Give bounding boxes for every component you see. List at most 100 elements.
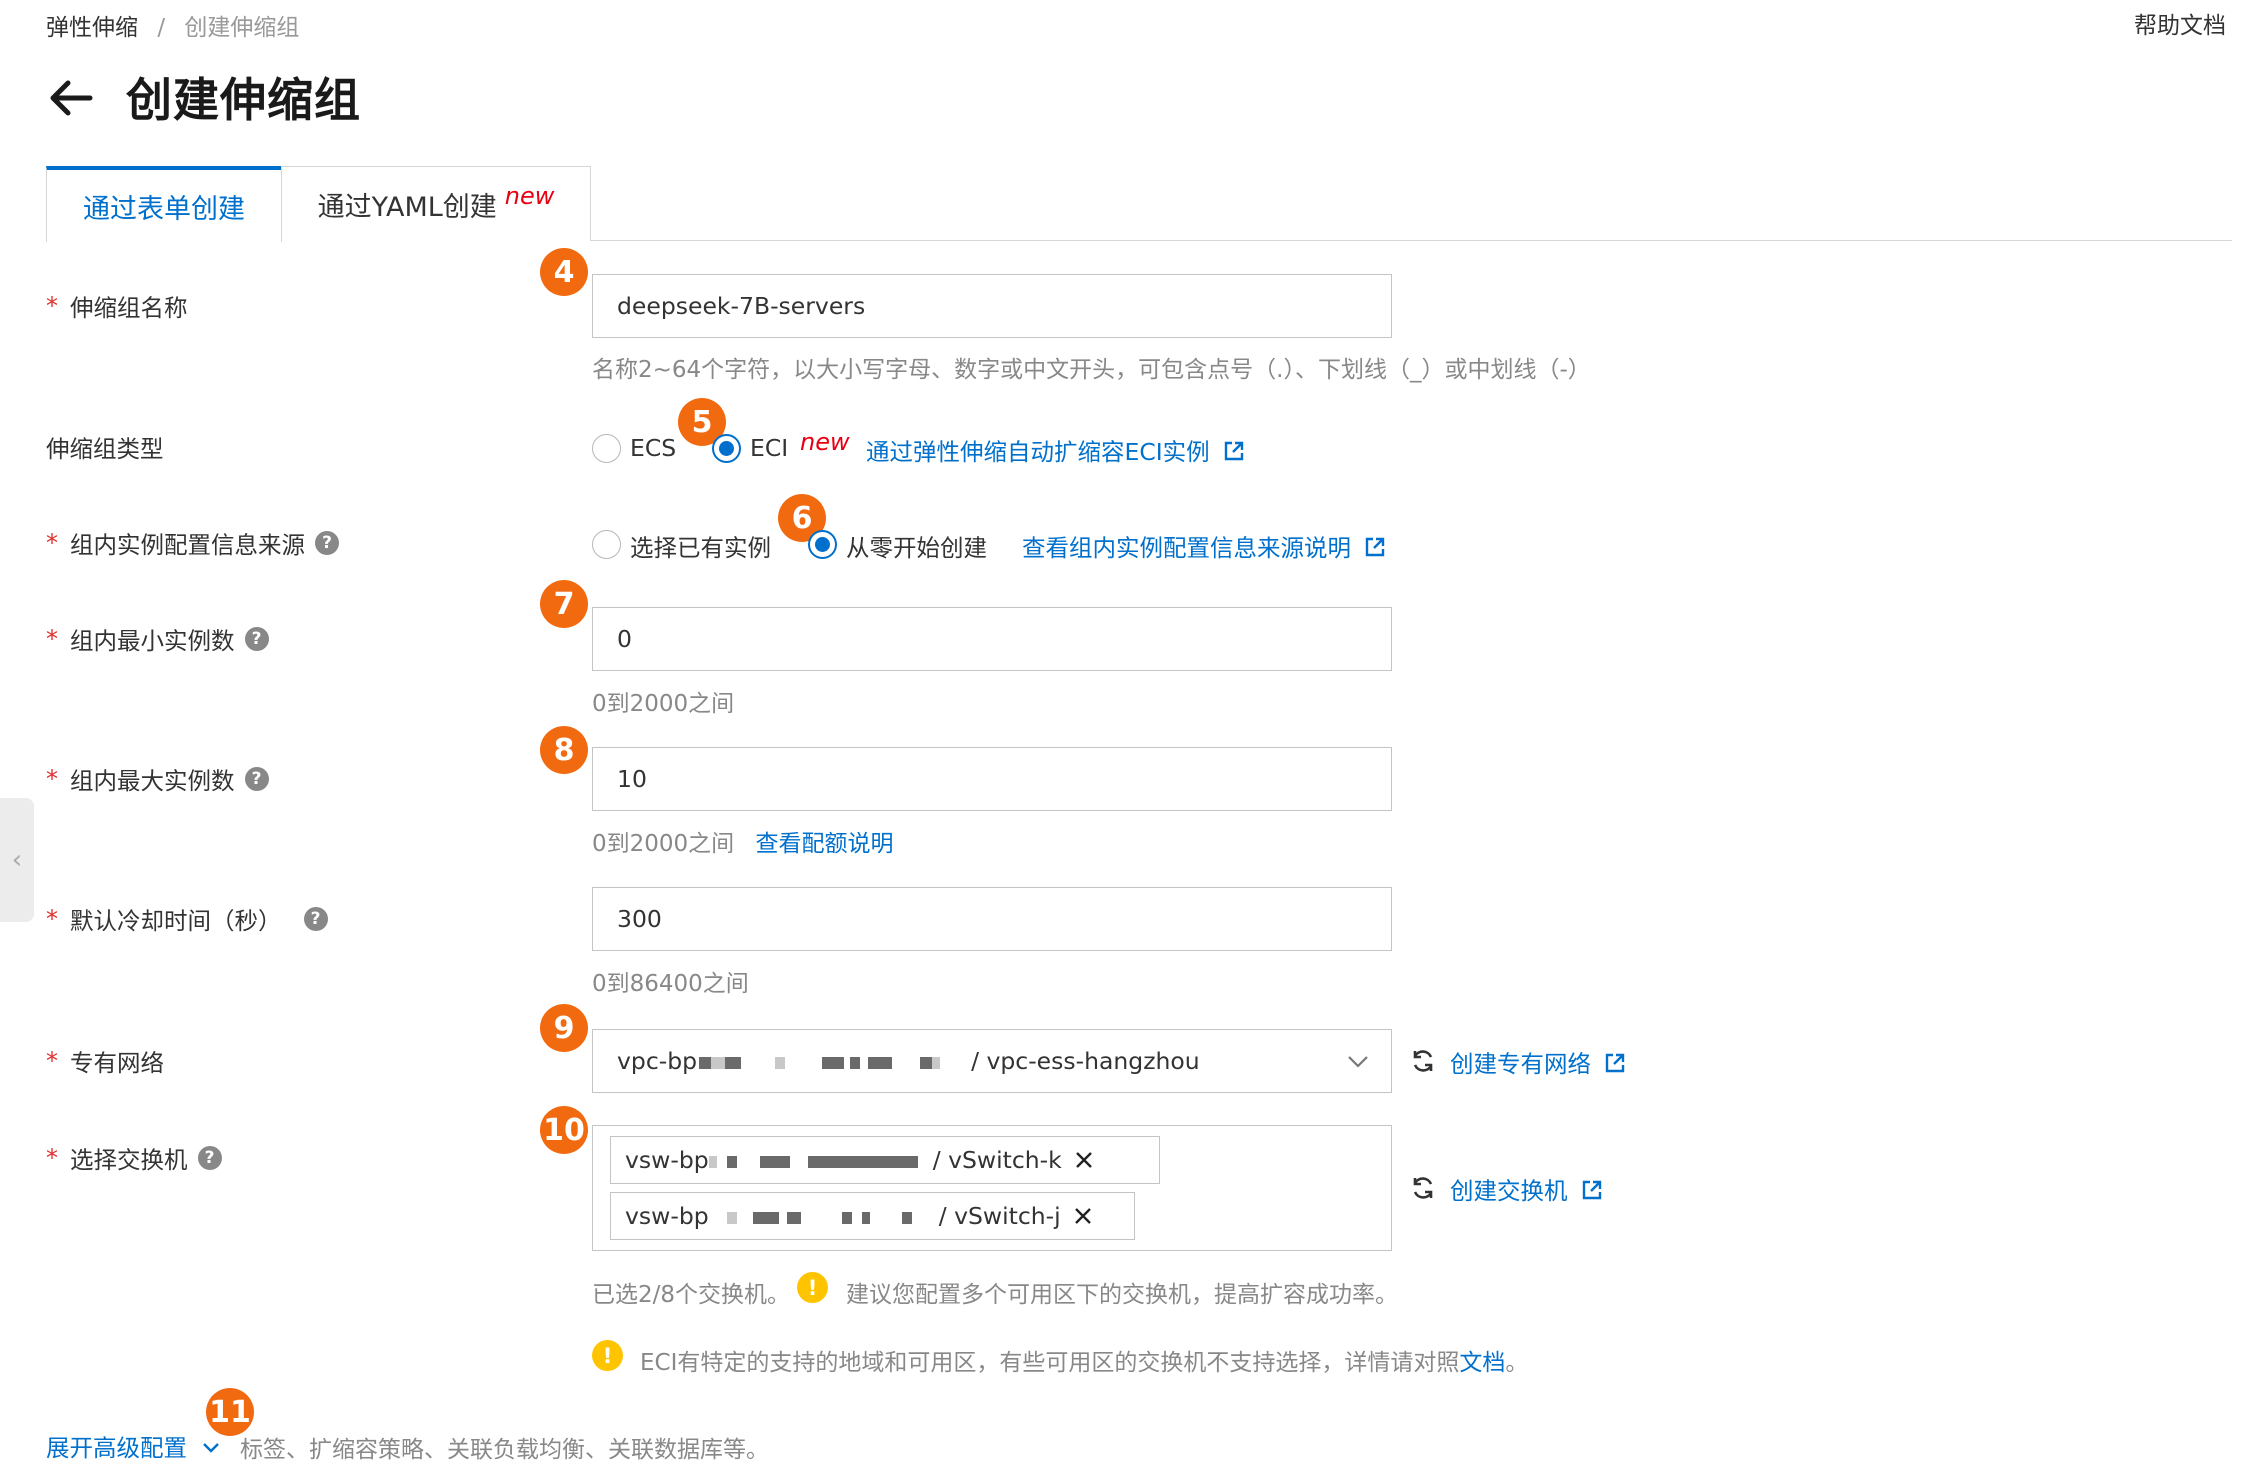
tab-yaml-create[interactable]: 通过YAML创建 new — [281, 166, 591, 241]
type-label-text: 伸缩组类型 — [46, 435, 164, 463]
radio-eci-label[interactable]: ECI — [750, 434, 788, 462]
radio-eci[interactable] — [712, 434, 741, 463]
vswitch-label-text: 选择交换机 — [70, 1146, 188, 1174]
max-label: * 组内最大实例数 ? — [46, 762, 269, 796]
back-button[interactable] — [46, 74, 94, 122]
vswitch-tag[interactable]: vsw-bp / vSwitch-j — [610, 1192, 1135, 1240]
expand-advanced-toggle[interactable]: 展开高级配置 — [46, 1429, 220, 1463]
step-badge-4: 4 — [540, 248, 588, 296]
required-mark: * — [46, 529, 58, 557]
step-badge-9: 9 — [540, 1004, 588, 1052]
vpc-refresh-button[interactable] — [1410, 1048, 1436, 1078]
close-icon[interactable] — [1074, 1150, 1094, 1170]
required-mark: * — [46, 625, 58, 653]
create-vpc-link[interactable]: 创建专有网络 — [1450, 1045, 1626, 1079]
tab-form-create[interactable]: 通过表单创建 — [46, 166, 282, 242]
required-mark: * — [46, 905, 58, 933]
vswitch-tag-suffix: / vSwitch-k — [932, 1146, 1062, 1174]
external-link-icon — [1224, 441, 1244, 461]
radio-existing-instance[interactable] — [592, 530, 621, 559]
vpc-label-text: 专有网络 — [70, 1049, 164, 1077]
eci-zone-docs-link[interactable]: 文档 — [1459, 1350, 1505, 1376]
vswitch-id-redacted — [709, 1202, 939, 1230]
eci-zone-note-text: ECI有特定的支持的地域和可用区，有些可用区的交换机不支持选择，详情请对照 — [640, 1350, 1460, 1376]
vswitch-refresh-button[interactable] — [1410, 1175, 1436, 1205]
radio-existing-instance-label[interactable]: 选择已有实例 — [630, 529, 771, 563]
min-instances-value: 0 — [617, 625, 632, 653]
radio-create-from-scratch[interactable] — [808, 530, 837, 559]
min-instances-input[interactable]: 0 — [592, 607, 1392, 671]
advanced-description: 标签、扩缩容策略、关联负载均衡、关联数据库等。 — [240, 1437, 769, 1463]
vpc-select-prefix: vpc-bp — [617, 1047, 698, 1075]
vpc-label: * 专有网络 — [46, 1044, 164, 1078]
sidebar-collapse-handle[interactable]: ‹ — [0, 798, 34, 922]
breadcrumb-current: 创建伸缩组 — [184, 15, 300, 41]
vswitch-label: * 选择交换机 ? — [46, 1141, 222, 1175]
vswitch-tag[interactable]: vsw-bp / vSwitch-k — [610, 1136, 1160, 1184]
help-icon[interactable]: ? — [244, 767, 269, 791]
help-icon[interactable]: ? — [244, 627, 269, 651]
name-label: * 伸缩组名称 — [46, 289, 188, 323]
min-hint: 0到2000之间 — [592, 691, 735, 717]
step-badge-7: 7 — [540, 580, 588, 628]
cooldown-input[interactable]: 300 — [592, 887, 1392, 951]
chevron-left-icon: ‹ — [11, 845, 23, 875]
step-badge-10: 10 — [540, 1106, 588, 1154]
vswitch-suggestion: 建议您配置多个可用区下的交换机，提高扩容成功率。 — [846, 1282, 1398, 1308]
tab-yaml-create-label: 通过YAML创建 — [317, 191, 497, 223]
name-hint: 名称2~64个字符，以大小写字母、数字或中文开头，可包含点号（.）、下划线（_）… — [592, 357, 1591, 383]
required-mark: * — [46, 765, 58, 793]
max-hint: 0到2000之间 查看配额说明 — [592, 824, 893, 858]
quota-guide-link[interactable]: 查看配额说明 — [755, 831, 893, 857]
required-mark: * — [46, 1144, 58, 1172]
cooldown-hint: 0到86400之间 — [592, 971, 749, 997]
vswitch-id-redacted — [708, 1146, 933, 1174]
source-guide-link-text: 查看组内实例配置信息来源说明 — [1022, 534, 1351, 562]
name-label-text: 伸缩组名称 — [70, 294, 188, 322]
expand-advanced-label: 展开高级配置 — [46, 1434, 187, 1462]
max-hint-text: 0到2000之间 — [592, 831, 735, 857]
eci-zone-note: ECI有特定的支持的地域和可用区，有些可用区的交换机不支持选择，详情请对照文档。 — [640, 1343, 1528, 1377]
source-label-text: 组内实例配置信息来源 — [70, 531, 305, 559]
cooldown-value: 300 — [617, 905, 662, 933]
eci-zone-note-end: 。 — [1505, 1350, 1529, 1376]
help-icon[interactable]: ? — [315, 531, 339, 555]
external-link-icon — [1366, 537, 1385, 557]
vswitch-tag-prefix: vsw-bp — [625, 1146, 709, 1174]
type-label: 伸缩组类型 — [46, 430, 164, 464]
cooldown-label: * 默认冷却时间（秒） ? — [46, 902, 328, 936]
external-link-icon — [1582, 1180, 1602, 1200]
help-icon[interactable]: ? — [303, 907, 328, 931]
breadcrumb: 弹性伸缩 / 创建伸缩组 — [46, 8, 299, 42]
help-icon[interactable]: ? — [197, 1146, 222, 1170]
name-input-value: deepseek-7B-servers — [617, 292, 866, 320]
create-vpc-link-text: 创建专有网络 — [1450, 1050, 1591, 1078]
vswitch-tag-prefix: vsw-bp — [625, 1202, 709, 1230]
create-vswitch-link[interactable]: 创建交换机 — [1450, 1172, 1603, 1206]
warning-icon: ! — [592, 1340, 623, 1371]
required-mark: * — [46, 292, 58, 320]
refresh-icon — [1413, 1177, 1433, 1199]
breadcrumb-root[interactable]: 弹性伸缩 — [46, 15, 138, 41]
cooldown-label-text: 默认冷却时间（秒） — [70, 907, 282, 935]
help-docs-link[interactable]: 帮助文档 — [2134, 6, 2226, 40]
radio-ecs-label[interactable]: ECS — [630, 434, 676, 462]
vpc-select-suffix: / vpc-ess-hangzhou — [971, 1047, 1200, 1075]
required-mark: * — [46, 1047, 58, 1075]
refresh-icon — [1413, 1050, 1433, 1072]
radio-create-from-scratch-label[interactable]: 从零开始创建 — [846, 529, 987, 563]
warning-icon: ! — [797, 1272, 828, 1303]
name-input[interactable]: deepseek-7B-servers — [592, 274, 1392, 338]
eci-guide-link-text: 通过弹性伸缩自动扩缩容ECI实例 — [866, 438, 1210, 466]
max-instances-input[interactable]: 10 — [592, 747, 1392, 811]
step-badge-11: 11 — [206, 1388, 254, 1436]
source-guide-link[interactable]: 查看组内实例配置信息来源说明 — [1022, 529, 1386, 563]
close-icon[interactable] — [1073, 1206, 1093, 1226]
tab-new-badge: new — [504, 182, 555, 210]
radio-ecs[interactable] — [592, 434, 621, 463]
max-instances-value: 10 — [617, 765, 647, 793]
vswitch-tag-suffix: / vSwitch-j — [938, 1202, 1061, 1230]
step-badge-8: 8 — [540, 726, 588, 774]
eci-guide-link[interactable]: 通过弹性伸缩自动扩缩容ECI实例 — [866, 433, 1245, 467]
vpc-select[interactable]: vpc-bp / vpc-ess-hangzhou — [592, 1029, 1392, 1093]
